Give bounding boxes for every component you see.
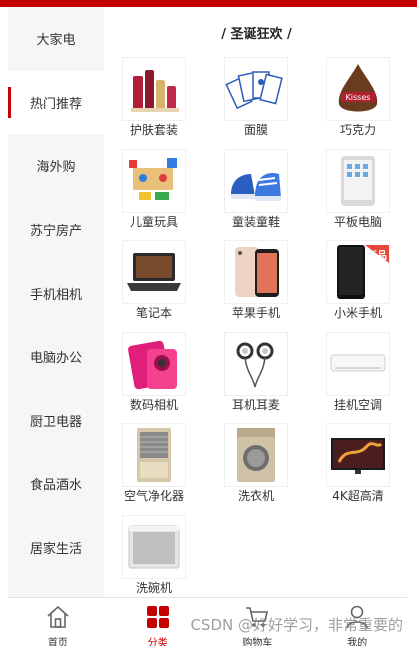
kids-shoes-icon: [224, 148, 288, 213]
tab-label: 购物车: [242, 638, 273, 646]
product-item-laptop[interactable]: 笔记本: [104, 240, 204, 332]
sidebar-item-home-living[interactable]: 居家生活: [8, 516, 104, 580]
product-item-washing-machine[interactable]: 洗衣机: [206, 423, 306, 515]
product-item-skincare[interactable]: 护肤套装: [104, 57, 204, 149]
home-icon: [45, 604, 71, 630]
product-label: 耳机耳麦: [231, 397, 280, 412]
sidebar-item-overseas[interactable]: 海外购: [8, 134, 104, 198]
iphone-icon: [224, 240, 288, 304]
product-label: 小米手机: [333, 306, 382, 320]
top-accent-bar: [0, 0, 417, 7]
product-item-iphone[interactable]: 苹果手机: [206, 240, 306, 332]
sidebar-item-label: 电脑办公: [29, 351, 82, 367]
product-label: 巧克力: [339, 123, 376, 137]
tab-label: 我的: [347, 638, 368, 646]
category-sidebar: 大家电 热门推荐 海外购 苏宁房产 手机相机 电脑办公 厨卫电器 食品酒水 居家…: [8, 7, 104, 597]
product-item-xiaomi[interactable]: 新品 小米手机: [308, 240, 408, 332]
sidebar-item-appliances[interactable]: 大家电: [8, 7, 104, 71]
product-item-tv-4k[interactable]: 4K超高清: [308, 423, 408, 515]
product-item-earphones[interactable]: 耳机耳麦: [206, 331, 306, 424]
sidebar-item-label: 手机相机: [29, 287, 82, 303]
tablet-icon: [326, 148, 390, 213]
product-item-tablet[interactable]: 平板电脑: [308, 148, 408, 241]
sidebar-item-label: 厨卫电器: [29, 414, 82, 430]
product-label: 童装童鞋: [231, 214, 280, 229]
product-label: 数码相机: [129, 397, 178, 412]
product-label: 空气净化器: [123, 489, 184, 503]
tab-label: 首页: [47, 638, 68, 646]
xiaomi-phone-icon: 新品: [326, 240, 390, 304]
product-label: 洗碗机: [135, 580, 172, 595]
product-grid: 护肤套装 面膜 Kisses 巧克力 儿童玩具 童装童鞋 平板电脑 笔记本 苹果…: [104, 57, 409, 606]
digital-camera-icon: [122, 331, 186, 396]
product-label: 4K超高清: [332, 489, 384, 503]
sidebar-item-label: 大家电: [36, 33, 76, 49]
laptop-icon: [122, 240, 186, 304]
product-item-face-mask[interactable]: 面膜: [206, 57, 306, 149]
new-product-badge: 新品: [367, 251, 387, 262]
sidebar-item-label: 苏宁房产: [29, 224, 82, 240]
product-item-dishwasher[interactable]: 洗碗机: [104, 514, 204, 607]
product-item-camera[interactable]: 数码相机: [104, 331, 204, 424]
product-item-air-conditioner[interactable]: 挂机空调: [308, 331, 408, 424]
sidebar-item-phones-cameras[interactable]: 手机相机: [8, 261, 104, 325]
product-label: 面膜: [243, 123, 268, 137]
svg-text:Kisses: Kisses: [346, 93, 371, 102]
tab-label: 分类: [147, 638, 168, 646]
category-content: / 圣诞狂欢 / 护肤套装 面膜 Kisses 巧克力 儿童玩具 童装童鞋 平板…: [104, 7, 409, 597]
product-label: 儿童玩具: [129, 214, 178, 229]
sidebar-item-label: 居家生活: [29, 542, 82, 558]
category-icon: [145, 604, 171, 630]
sidebar-item-label: 食品酒水: [29, 478, 82, 494]
product-label: 笔记本: [135, 306, 172, 320]
sidebar-item-hot-recommend[interactable]: 热门推荐: [8, 70, 104, 135]
chocolate-icon: Kisses: [326, 57, 390, 121]
product-item-kids-shoes[interactable]: 童装童鞋: [206, 148, 306, 241]
product-label: 护肤套装: [129, 123, 178, 137]
sidebar-item-food-drinks[interactable]: 食品酒水: [8, 452, 104, 516]
product-label: 挂机空调: [333, 397, 382, 412]
air-purifier-icon: [122, 423, 186, 487]
washing-machine-icon: [224, 423, 288, 487]
product-label: 苹果手机: [231, 306, 280, 320]
watermark-text: CSDN @好好学习，非常重要的: [190, 616, 403, 634]
product-label: 平板电脑: [333, 214, 382, 229]
right-margin: [409, 7, 417, 646]
sidebar-item-real-estate[interactable]: 苏宁房产: [8, 198, 104, 262]
sidebar-item-kitchen-bath[interactable]: 厨卫电器: [8, 389, 104, 453]
section-title: / 圣诞狂欢 /: [221, 26, 292, 42]
air-conditioner-icon: [326, 331, 390, 396]
skincare-set-icon: [122, 57, 186, 121]
face-mask-icon: [224, 57, 288, 121]
tab-home[interactable]: 首页: [8, 598, 108, 646]
dishwasher-icon: [122, 514, 186, 579]
tv-4k-icon: [326, 423, 390, 487]
sidebar-item-computers-office[interactable]: 电脑办公: [8, 325, 104, 389]
product-label: 洗衣机: [237, 489, 274, 503]
product-item-air-purifier[interactable]: 空气净化器: [104, 423, 204, 515]
product-item-chocolate[interactable]: Kisses 巧克力: [308, 57, 408, 149]
kids-toy-icon: [122, 148, 186, 213]
product-item-kids-toy[interactable]: 儿童玩具: [104, 148, 204, 241]
earphones-icon: [224, 331, 288, 396]
sidebar-item-label: 热门推荐: [29, 96, 82, 112]
sidebar-item-label: 海外购: [36, 160, 76, 176]
